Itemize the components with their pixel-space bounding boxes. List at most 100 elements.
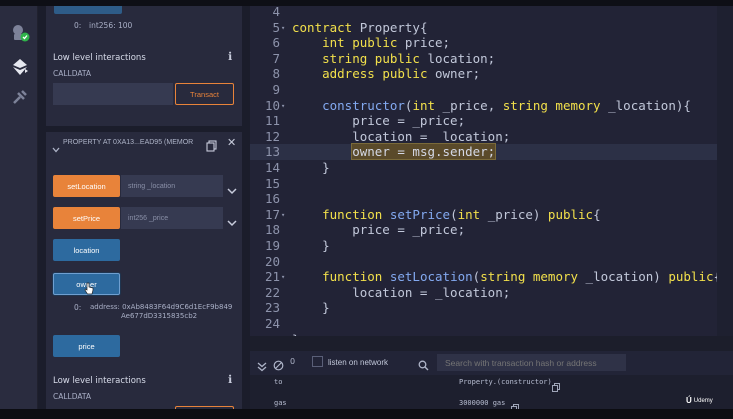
code-editor[interactable]: 4 5 ▾ contract Property{6 int public price;… bbox=[250, 6, 717, 336]
info-icon[interactable]: ℹ bbox=[228, 373, 232, 386]
deploy-run-icon[interactable] bbox=[9, 56, 31, 78]
calldata-input[interactable] bbox=[53, 83, 173, 105]
debugger-icon[interactable] bbox=[9, 86, 31, 108]
setPrice-input[interactable]: int256 _price bbox=[121, 207, 223, 229]
contract-address-header: PROPERTY AT 0XA13...EAD95 (MEMOR bbox=[63, 139, 194, 146]
function-button-partial[interactable] bbox=[54, 6, 122, 14]
code-token: location = _location; bbox=[292, 284, 511, 300]
previous-contract-card: 0: int256: 100 Low level interactions ℹ … bbox=[46, 6, 242, 126]
search-icon bbox=[418, 356, 429, 371]
line-number: 7 bbox=[272, 50, 280, 66]
expand-chevron-icon[interactable] bbox=[227, 213, 237, 227]
code-text: } bbox=[292, 300, 330, 316]
fold-arrow-icon[interactable]: ▾ bbox=[281, 20, 285, 36]
code-token: string memory bbox=[502, 97, 601, 113]
code-token: int public bbox=[322, 35, 398, 51]
code-token: _location){ bbox=[600, 97, 691, 113]
expand-chevron-icon[interactable] bbox=[227, 181, 237, 195]
code-token: } bbox=[292, 238, 330, 253]
code-token: contract bbox=[292, 19, 353, 35]
line-number: 13 bbox=[264, 144, 280, 160]
clear-console-icon[interactable] bbox=[273, 356, 284, 371]
line-number: 20 bbox=[264, 253, 280, 269]
copy-icon[interactable] bbox=[206, 137, 217, 152]
setLocation-input[interactable]: string _location bbox=[121, 175, 223, 197]
code-token: int bbox=[412, 97, 436, 113]
line-number: 21 bbox=[264, 269, 280, 285]
fold-arrow-icon[interactable]: ▾ bbox=[281, 98, 285, 114]
line-number: 6 bbox=[272, 35, 280, 51]
code-token: price; bbox=[397, 35, 451, 51]
code-token: setPrice bbox=[389, 206, 451, 222]
output-index: 0: bbox=[74, 21, 82, 30]
code-token: public bbox=[668, 269, 714, 285]
code-line: 5 ▾ contract Property{ bbox=[250, 20, 717, 36]
code-text: int public price; bbox=[292, 35, 450, 51]
udemy-watermark: Ú Udemy bbox=[686, 396, 713, 405]
code-text: location = _location; bbox=[292, 129, 510, 145]
fold-arrow-icon[interactable]: ▾ bbox=[281, 207, 285, 223]
transaction-search-input[interactable] bbox=[437, 354, 626, 371]
code-token: function bbox=[322, 269, 383, 285]
location-button[interactable]: location bbox=[53, 239, 120, 261]
pending-tx-count: 0 bbox=[290, 357, 296, 366]
line-number: 4 bbox=[272, 6, 280, 19]
code-text: } bbox=[292, 160, 330, 176]
line-number: 8 bbox=[272, 66, 280, 82]
code-token: function bbox=[322, 206, 383, 222]
line-number: 9 bbox=[272, 82, 280, 97]
code-token: } bbox=[292, 300, 330, 316]
price-button[interactable]: price bbox=[53, 335, 120, 357]
terminal-output: to Property.(constructor) gas 3000000 ga… bbox=[250, 375, 733, 413]
listen-checkbox[interactable] bbox=[312, 356, 323, 367]
code-token: constructor bbox=[322, 97, 405, 113]
code-line: 22 location = _location; bbox=[250, 285, 717, 301]
owner-output-index: 0: bbox=[74, 303, 82, 312]
transact-button[interactable]: Transact bbox=[175, 83, 234, 105]
udemy-label: Udemy bbox=[693, 397, 713, 404]
code-line: 20 bbox=[250, 254, 717, 270]
fold-arrow-icon[interactable]: ▾ bbox=[281, 269, 285, 285]
code-token: } bbox=[292, 332, 300, 336]
setPrice-button[interactable]: setPrice bbox=[53, 207, 120, 229]
code-text: price = _price; bbox=[292, 113, 465, 129]
editor-scrollbar[interactable] bbox=[717, 6, 733, 336]
collapse-chevron-icon[interactable] bbox=[52, 139, 60, 153]
code-token: ( bbox=[450, 206, 458, 222]
copy-icon[interactable] bbox=[511, 398, 519, 413]
code-token: setLocation bbox=[389, 269, 473, 285]
plugin-manager-icon[interactable] bbox=[9, 22, 31, 44]
code-token: public bbox=[547, 206, 594, 222]
run-panel: 0: int256: 100 Low level interactions ℹ … bbox=[38, 6, 250, 409]
code-token: _location) bbox=[578, 269, 669, 285]
code-line: 15 bbox=[250, 176, 717, 192]
collapse-terminal-icon[interactable] bbox=[257, 357, 267, 372]
line-number: 14 bbox=[264, 160, 280, 175]
code-text: contract Property{ bbox=[292, 20, 427, 36]
code-text: string public location; bbox=[292, 51, 495, 67]
code-text: owner = msg.sender; bbox=[292, 143, 497, 161]
code-text: address public owner; bbox=[292, 66, 480, 82]
code-line: 24 bbox=[250, 316, 717, 332]
code-line: 11 price = _price; bbox=[250, 113, 717, 129]
code-text: } bbox=[292, 238, 330, 254]
tx-field-value: 3000000 gas bbox=[459, 399, 506, 407]
output-value: int256: 100 bbox=[89, 21, 133, 30]
line-number: 12 bbox=[264, 128, 280, 144]
code-text: constructor(int _price, string memory _l… bbox=[292, 98, 691, 114]
code-token: price = _price; bbox=[292, 113, 466, 129]
code-text: price = _price; bbox=[292, 222, 465, 238]
close-icon[interactable]: ✕ bbox=[227, 136, 236, 149]
copy-icon[interactable] bbox=[552, 377, 560, 392]
code-token: _price) bbox=[480, 206, 548, 222]
setLocation-button[interactable]: setLocation bbox=[53, 175, 120, 197]
code-token: _price, bbox=[435, 97, 503, 113]
info-icon[interactable]: ℹ bbox=[228, 50, 232, 63]
